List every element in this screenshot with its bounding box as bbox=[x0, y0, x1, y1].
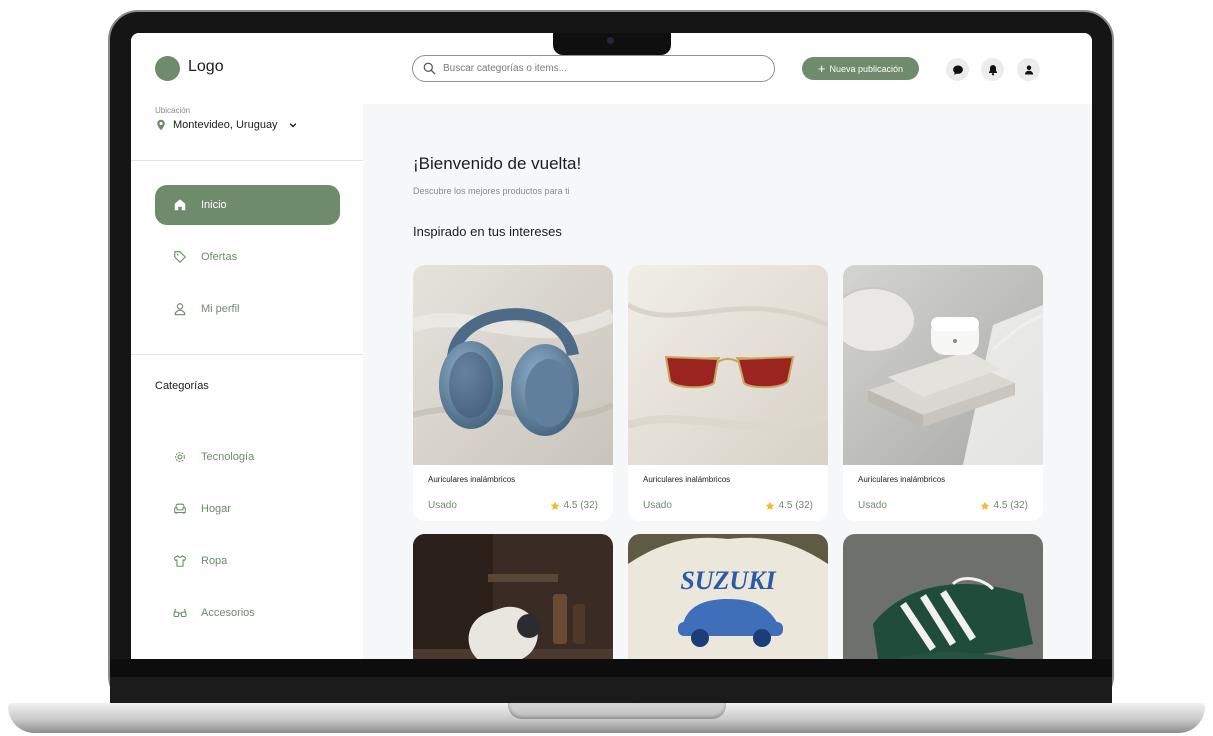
projector-image bbox=[413, 534, 613, 659]
sidebar-category-tecnologia[interactable]: Tecnología bbox=[155, 437, 340, 477]
user-icon bbox=[174, 303, 186, 316]
product-condition: Usado bbox=[858, 500, 887, 511]
sidebar-divider bbox=[131, 354, 363, 355]
laptop-base-notch bbox=[508, 703, 726, 719]
logo-text[interactable]: Logo bbox=[188, 58, 224, 76]
logo-mark[interactable] bbox=[155, 56, 180, 81]
sunglasses-image bbox=[628, 265, 828, 465]
product-card[interactable]: Auriculares inalámbricos Usado 4.5 (32) bbox=[628, 265, 828, 521]
shirt-print-text: SUZUKI bbox=[680, 566, 776, 595]
product-card[interactable]: Auriculares inalámbricos Usado 4.5 (32) bbox=[413, 265, 613, 521]
main-content: ¡Bienvenido de vuelta! Descubre los mejo… bbox=[363, 104, 1092, 659]
headphones-image bbox=[413, 265, 613, 465]
categories-title: Categorías bbox=[155, 380, 209, 392]
product-condition: Usado bbox=[428, 500, 457, 511]
sidebar-item-mi-perfil[interactable]: Mi perfil bbox=[155, 289, 340, 329]
location-pin-icon bbox=[157, 119, 165, 131]
sidebar-item-label: Accesorios bbox=[201, 607, 255, 619]
product-name: Auriculares inalámbricos bbox=[858, 475, 946, 484]
location-value: Montevideo, Uruguay bbox=[173, 119, 278, 131]
camera-icon bbox=[607, 37, 614, 44]
user-icon bbox=[1024, 65, 1033, 74]
shirt-icon bbox=[173, 555, 187, 567]
product-condition: Usado bbox=[643, 500, 672, 511]
sidebar-item-ofertas[interactable]: Ofertas bbox=[155, 237, 340, 277]
sidebar-item-label: Ropa bbox=[201, 555, 228, 567]
product-name: Auriculares inalámbricos bbox=[643, 475, 731, 484]
glasses-icon bbox=[173, 608, 187, 618]
plus-icon: + bbox=[817, 61, 826, 76]
sidebar-item-label: Ofertas bbox=[201, 251, 238, 263]
sidebar-category-accesorios[interactable]: Accesorios bbox=[155, 593, 340, 633]
laptop-base bbox=[8, 703, 1205, 733]
location-selector[interactable]: Montevideo, Uruguay bbox=[155, 119, 298, 131]
product-card[interactable] bbox=[843, 534, 1043, 659]
account-button[interactable] bbox=[1017, 58, 1040, 81]
product-card[interactable] bbox=[413, 534, 613, 659]
product-rating: 4.5 (32) bbox=[765, 500, 813, 511]
tshirt-image: SUZUKI bbox=[628, 534, 828, 659]
sidebar-divider bbox=[131, 160, 363, 161]
new-post-button[interactable]: + Nueva publicación bbox=[802, 57, 919, 80]
home-icon bbox=[174, 199, 186, 211]
gear-icon bbox=[175, 452, 185, 462]
sidebar-item-inicio[interactable]: Inicio bbox=[155, 185, 340, 225]
welcome-heading: ¡Bienvenido de vuelta! bbox=[413, 154, 582, 173]
sidebar-item-label: Mi perfil bbox=[201, 303, 240, 315]
product-rating: 4.5 (32) bbox=[980, 500, 1028, 511]
rating-value: 4.5 (32) bbox=[563, 500, 598, 511]
tag-icon bbox=[174, 251, 186, 263]
screen: Logo + Nueva publicación Ubicación Monte… bbox=[131, 33, 1092, 659]
product-card[interactable]: SUZUKI bbox=[628, 534, 828, 659]
sidebar-category-ropa[interactable]: Ropa bbox=[155, 541, 340, 581]
sidebar: Ubicación Montevideo, Uruguay Inicio Ofe… bbox=[131, 104, 363, 659]
product-name: Auriculares inalámbricos bbox=[428, 475, 516, 484]
star-icon bbox=[765, 501, 774, 510]
sneakers-image bbox=[843, 534, 1043, 659]
rating-value: 4.5 (32) bbox=[778, 500, 813, 511]
section-title: Inspirado en tus intereses bbox=[413, 224, 562, 239]
search-icon bbox=[423, 62, 436, 75]
rating-value: 4.5 (32) bbox=[993, 500, 1028, 511]
notifications-button[interactable] bbox=[981, 58, 1004, 81]
location-label: Ubicación bbox=[155, 106, 191, 115]
bell-icon bbox=[988, 64, 997, 75]
sidebar-item-label: Inicio bbox=[201, 199, 227, 211]
welcome-subtitle: Descubre los mejores productos para ti bbox=[413, 186, 570, 196]
search-input[interactable] bbox=[443, 63, 743, 74]
star-icon bbox=[980, 501, 989, 510]
search-bar[interactable] bbox=[412, 55, 775, 82]
sidebar-category-hogar[interactable]: Hogar bbox=[155, 489, 340, 529]
chevron-down-icon bbox=[289, 123, 296, 128]
sidebar-item-label: Hogar bbox=[201, 503, 231, 515]
product-rating: 4.5 (32) bbox=[550, 500, 598, 511]
messages-button[interactable] bbox=[946, 58, 969, 81]
sidebar-item-label: Tecnología bbox=[201, 451, 255, 463]
chat-bubble-icon bbox=[952, 65, 963, 75]
laptop-bezel-bottom bbox=[110, 659, 1112, 703]
earbuds-image bbox=[843, 265, 1043, 465]
product-card[interactable]: Auriculares inalámbricos Usado 4.5 (32) bbox=[843, 265, 1043, 521]
new-post-label: Nueva publicación bbox=[829, 63, 904, 74]
camera-notch bbox=[553, 33, 671, 55]
star-icon bbox=[550, 501, 559, 510]
armchair-icon bbox=[174, 503, 186, 515]
